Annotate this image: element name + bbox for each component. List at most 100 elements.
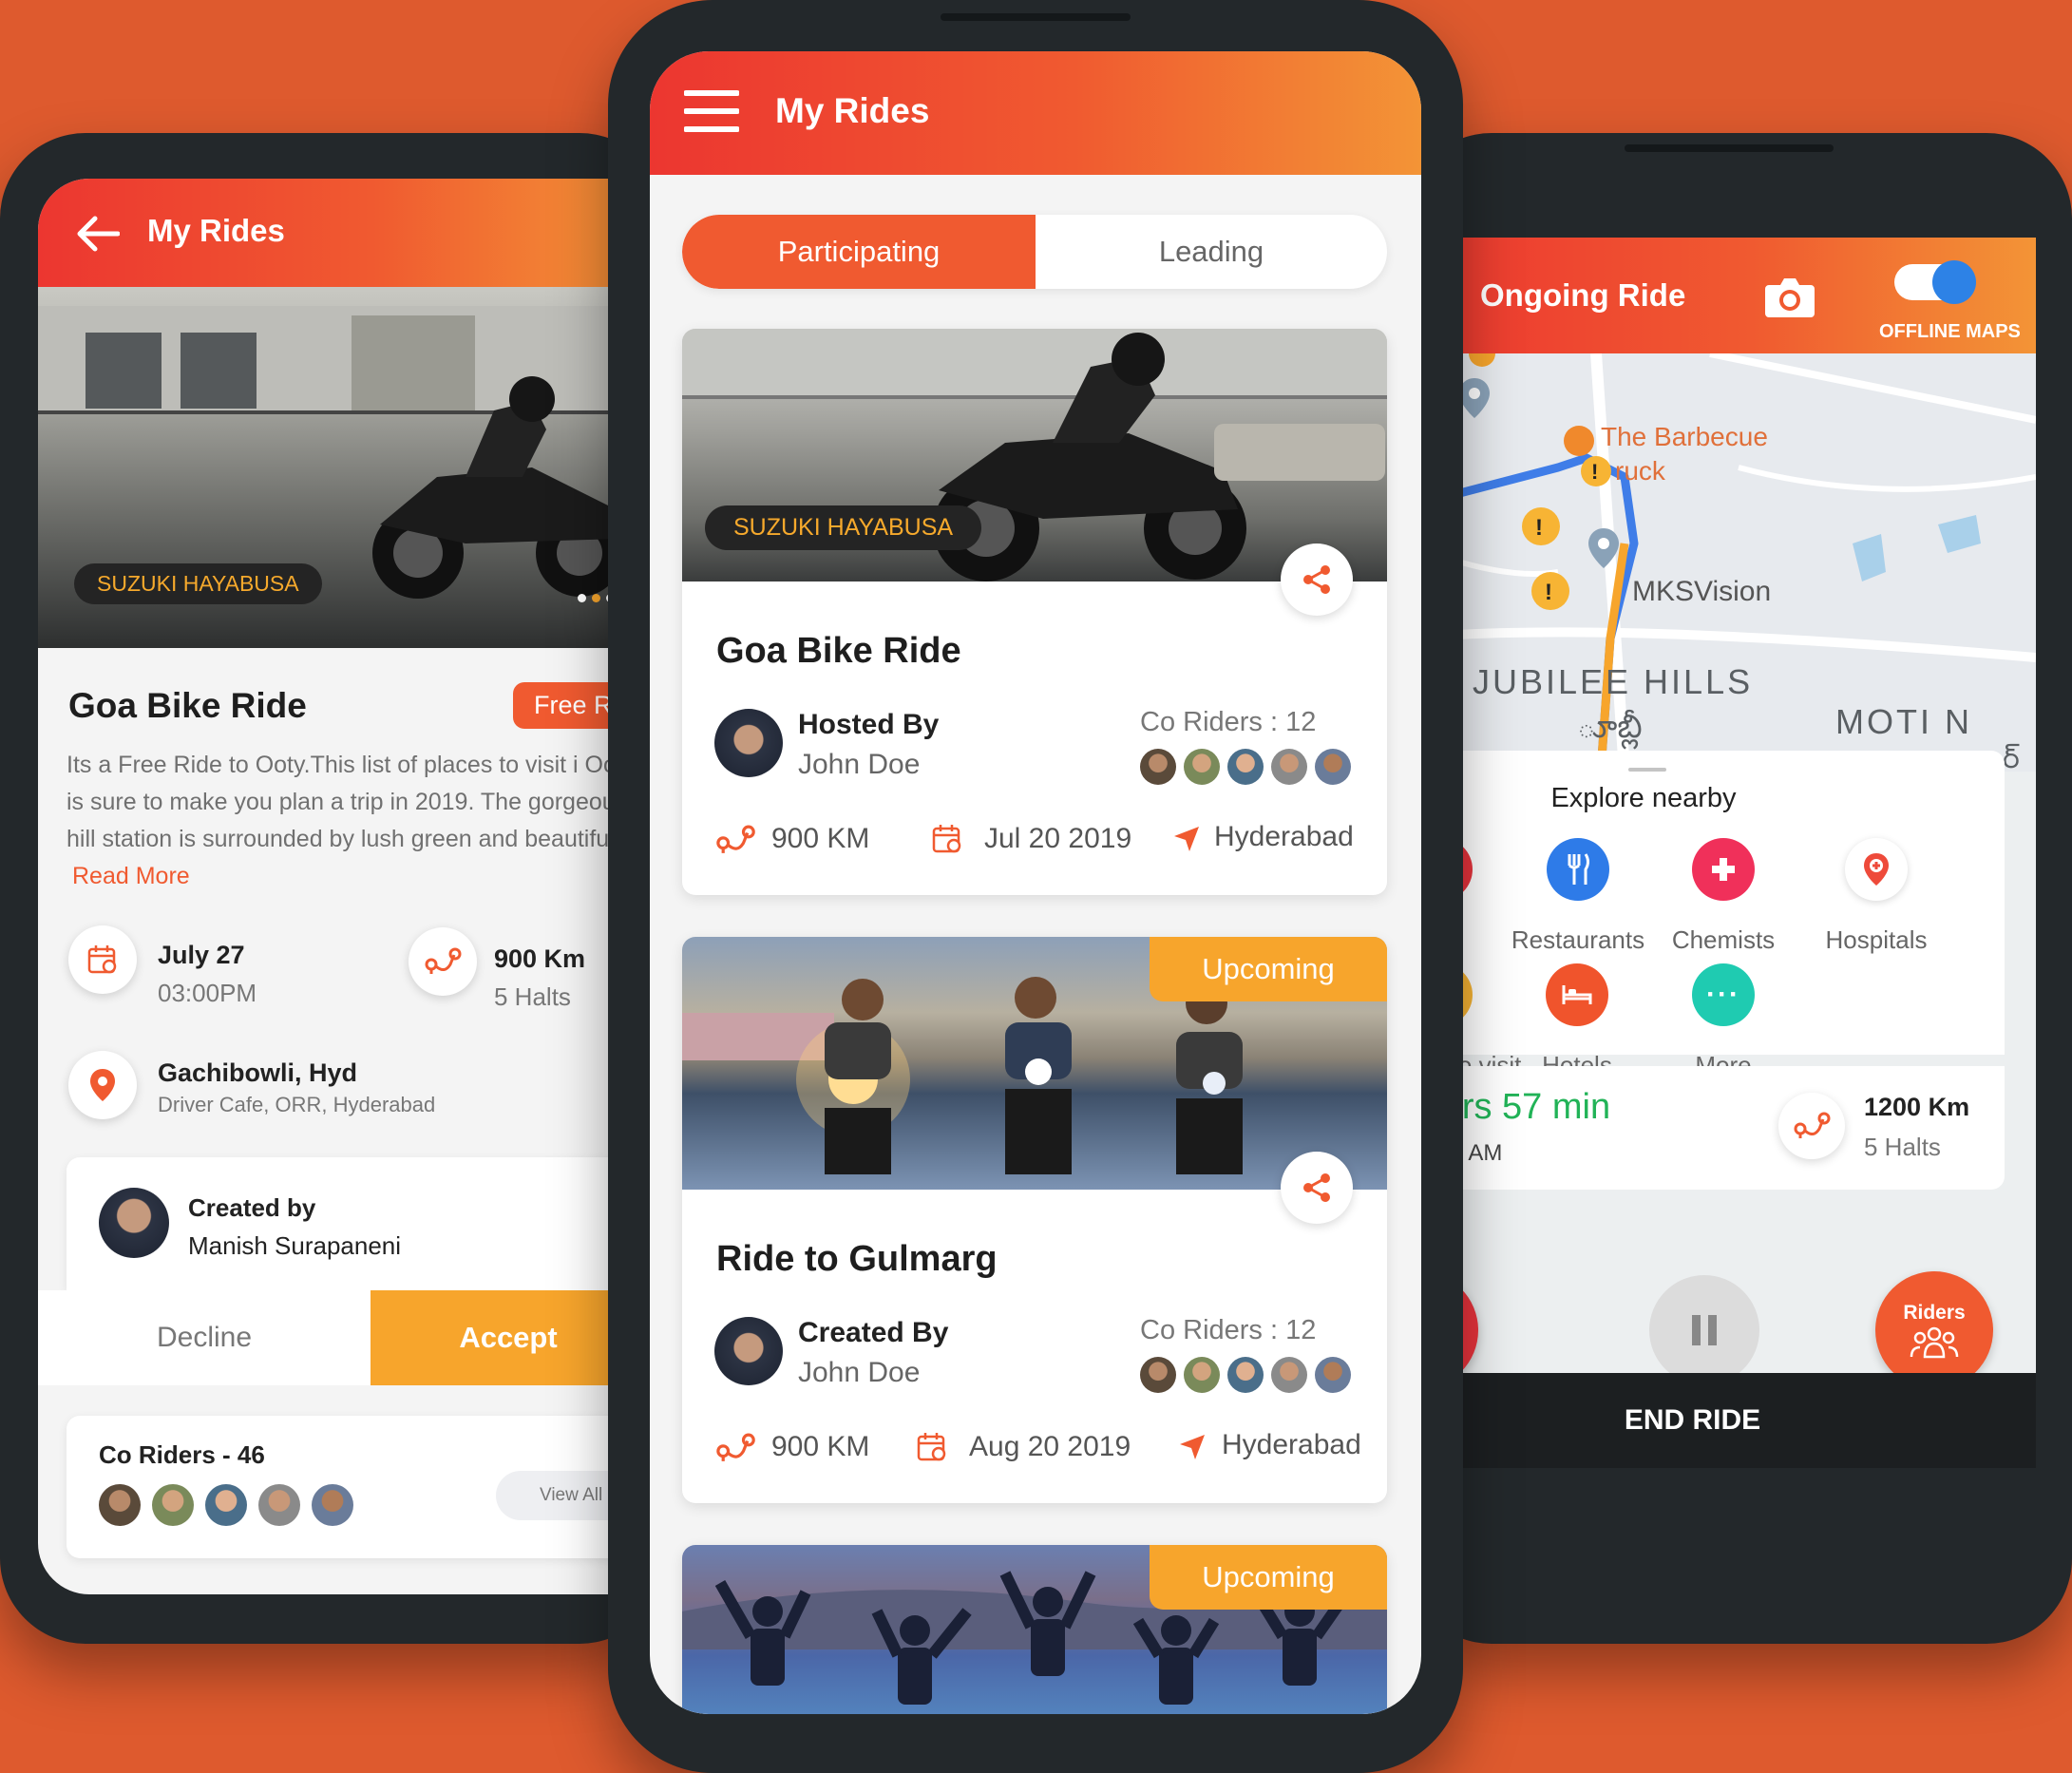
host-label: Hosted By	[798, 709, 940, 740]
ride-distance: 900 KM	[771, 823, 870, 854]
map-label-barbecue-1: The Barbecue	[1601, 422, 1768, 451]
ride-title: Ride to Gulmarg	[716, 1239, 998, 1279]
center-header-title: My Rides	[775, 91, 930, 130]
hamburger-menu-icon[interactable]	[684, 89, 739, 133]
explore-item-restaurants[interactable]: Restaurants	[1497, 838, 1659, 954]
explore-label: Hospitals	[1825, 925, 1928, 954]
left-header-title: My Rides	[147, 213, 285, 248]
trip-stats-card: 9 hrs 57 min 03:05 AM 1200 Km 5 Halts	[1406, 1066, 2005, 1190]
co-rider-avatar[interactable]	[1140, 1357, 1176, 1393]
left-location-detail: Driver Cafe, ORR, Hyderabad	[158, 1093, 436, 1116]
host-label: Created By	[798, 1317, 949, 1348]
sheet-handle[interactable]	[1628, 768, 1666, 772]
left-time: 03:00PM	[158, 979, 257, 1007]
co-rider-avatar[interactable]	[99, 1484, 141, 1526]
navigation-arrow-icon	[1174, 827, 1199, 851]
co-rider-avatar[interactable]	[1227, 749, 1264, 785]
ride-distance: 900 KM	[771, 1431, 870, 1462]
left-halts: 5 Halts	[494, 982, 571, 1011]
center-header: My Rides	[650, 51, 1421, 175]
created-by-card: Created by Manish Surapaneni	[67, 1157, 646, 1290]
map-label-jubilee: JUBILEE HILLS	[1473, 662, 1754, 701]
accept-button[interactable]: Accept	[371, 1290, 646, 1385]
right-header-title: Ongoing Ride	[1480, 277, 1686, 313]
offline-maps-toggle[interactable]	[1894, 260, 1976, 304]
ride-card[interactable]: Upcoming	[682, 1545, 1387, 1714]
explore-item-hospitals[interactable]: Hospitals	[1805, 838, 1948, 954]
left-screen: My Rides SUZUKI HAYABUSA Goa Bike Ride F…	[38, 179, 646, 1594]
co-rider-avatar[interactable]	[1271, 1357, 1307, 1393]
group-icon	[1910, 1326, 1959, 1359]
map-label-mksvision: MKSVision	[1632, 576, 1772, 607]
explore-label: Chemists	[1671, 925, 1776, 954]
calendar-icon	[917, 1433, 946, 1461]
route-icon	[716, 1433, 755, 1461]
left-ride-title: Goa Bike Ride	[68, 686, 307, 725]
map-view[interactable]: ! ! ! The Barbecue ruck MKSVision JUBILE…	[1406, 353, 2036, 774]
explore-item-hotels[interactable]: Hotels	[1511, 963, 1644, 1079]
ride-title: Goa Bike Ride	[716, 631, 961, 671]
explore-item-chemists[interactable]: Chemists	[1657, 838, 1790, 954]
left-header: My Rides	[38, 179, 646, 287]
ride-date: Aug 20 2019	[969, 1431, 1131, 1462]
co-rider-avatar[interactable]	[1315, 1357, 1351, 1393]
share-icon[interactable]	[1281, 543, 1353, 616]
navigation-arrow-icon	[1180, 1435, 1205, 1459]
offline-maps-label: OFFLINE MAPS	[1879, 321, 2021, 342]
restaurant-icon	[1547, 838, 1609, 901]
left-date: July 27	[158, 941, 245, 969]
right-phone: Ongoing Ride OFFLINE MAPS ! ! ! The Barb…	[1406, 133, 2072, 1644]
decline-button[interactable]: Decline	[38, 1290, 371, 1385]
co-riders-card: Co Riders - 46 View All	[67, 1416, 646, 1558]
explore-item-more[interactable]: ··· More	[1657, 963, 1790, 1079]
map-label-barbecue-2: ruck	[1615, 456, 1665, 486]
trip-halts: 5 Halts	[1864, 1133, 1941, 1161]
read-more-link[interactable]: Read More	[72, 863, 190, 889]
ride-card[interactable]: Upcoming Ride to Gulmarg Created By John…	[682, 937, 1387, 1503]
co-rider-avatar[interactable]	[1140, 749, 1176, 785]
co-rider-avatar[interactable]	[1227, 1357, 1264, 1393]
right-header: Ongoing Ride OFFLINE MAPS	[1406, 238, 2036, 353]
co-rider-avatar[interactable]	[1184, 1357, 1220, 1393]
left-phone: My Rides SUZUKI HAYABUSA Goa Bike Ride F…	[0, 133, 665, 1644]
pause-icon	[1692, 1315, 1717, 1345]
left-description-wrap: Its a Free Ride to Ooty.This list of pla…	[67, 747, 646, 895]
co-riders-count: Co Riders - 46	[99, 1440, 265, 1469]
co-riders-count: Co Riders : 12	[1140, 1315, 1317, 1345]
ride-city: Hyderabad	[1222, 1429, 1361, 1460]
co-rider-avatar[interactable]	[312, 1484, 353, 1526]
trip-distance: 1200 Km	[1864, 1093, 1970, 1121]
tab-leading[interactable]: Leading	[1036, 215, 1387, 289]
co-rider-avatar[interactable]	[1315, 749, 1351, 785]
explore-nearby-sheet: Explore nearby uel Restaurants Chemists	[1406, 751, 2005, 1079]
co-rider-avatar[interactable]	[258, 1484, 300, 1526]
co-rider-avatar[interactable]	[1184, 749, 1220, 785]
host-avatar	[714, 709, 783, 777]
riders-button[interactable]: Riders	[1875, 1271, 1993, 1389]
motorcycle-image	[372, 376, 623, 599]
center-phone: My Rides Participating Leading SUZUKI HA…	[608, 0, 1463, 1773]
tab-participating[interactable]: Participating	[682, 215, 1036, 289]
share-icon[interactable]	[1281, 1152, 1353, 1224]
route-icon	[716, 825, 755, 853]
hotel-icon	[1546, 963, 1608, 1026]
more-icon: ···	[1692, 963, 1755, 1026]
co-rider-avatar[interactable]	[152, 1484, 194, 1526]
status-badge: Upcoming	[1150, 1545, 1387, 1610]
hospital-icon	[1845, 838, 1908, 901]
ride-tabs: Participating Leading	[682, 215, 1387, 289]
map-label-telugu: ూబ్లీ	[1577, 709, 1643, 745]
pause-button[interactable]	[1649, 1275, 1759, 1385]
co-rider-avatar[interactable]	[1271, 749, 1307, 785]
center-screen: My Rides Participating Leading SUZUKI HA…	[650, 51, 1421, 1714]
center-speaker	[941, 13, 1131, 21]
ride-card[interactable]: SUZUKI HAYABUSA Goa Bike Ride Hosted By …	[682, 329, 1387, 895]
end-ride-button[interactable]: END RIDE	[1406, 1373, 2036, 1468]
status-badge: Upcoming	[1150, 937, 1387, 1001]
co-riders-count: Co Riders : 12	[1140, 707, 1317, 737]
co-rider-avatar[interactable]	[205, 1484, 247, 1526]
back-arrow-icon[interactable]	[74, 215, 120, 253]
camera-icon[interactable]	[1763, 274, 1816, 319]
explore-label: Restaurants	[1511, 925, 1645, 954]
explore-title: Explore nearby	[1550, 783, 1737, 813]
